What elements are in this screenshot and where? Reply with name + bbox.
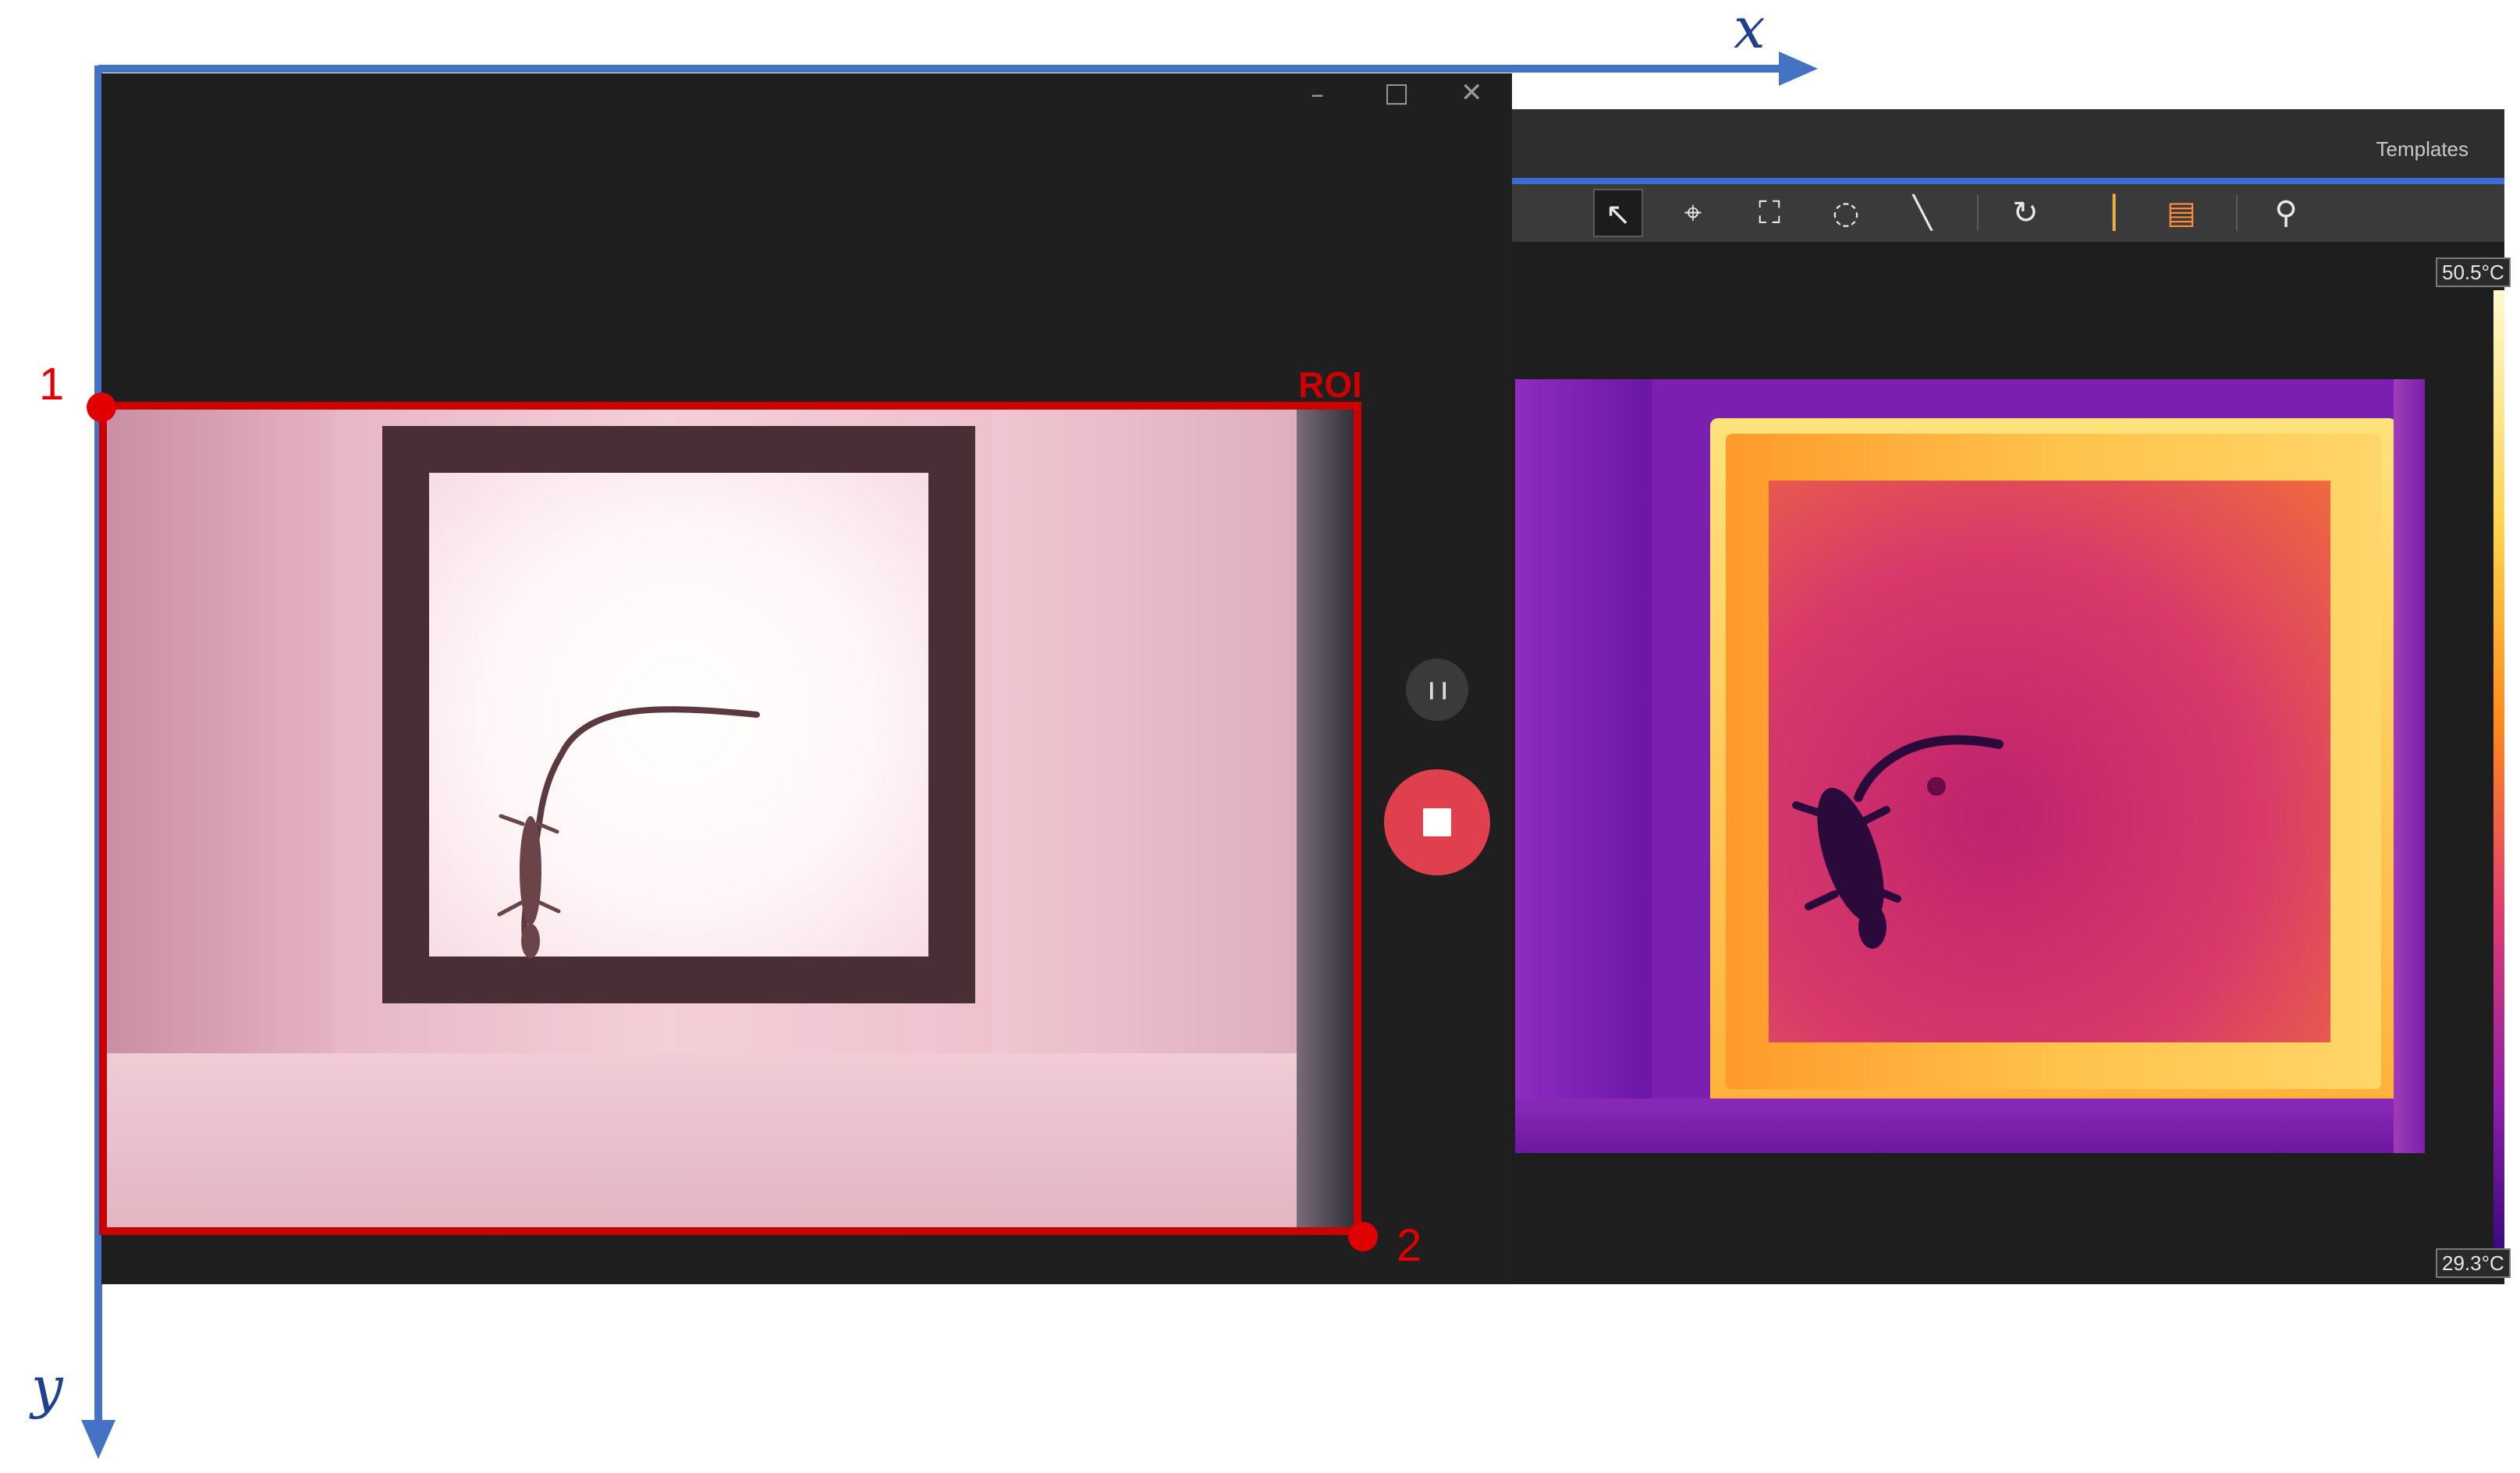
box-icon[interactable]: ⛶ — [1744, 189, 1794, 237]
pause-button[interactable]: ❙❙ — [1406, 658, 1468, 721]
temperature-scale-bar — [2493, 290, 2504, 1250]
stop-icon — [1423, 808, 1451, 836]
thermal-toolbar: ↖ ⌖ ⛶ ◌ ╲ ↻ ▕ ▤ ⚲ — [1512, 184, 2504, 242]
select-arrow-icon[interactable]: ↖ — [1593, 189, 1643, 237]
y-axis-label: y — [31, 1354, 63, 1420]
thermal-bottom-edge — [1515, 1099, 2425, 1153]
temperature-max-label: 50.5°C — [2436, 257, 2511, 287]
toolbar-separator — [1977, 195, 1979, 231]
toolbar-separator — [2236, 195, 2238, 231]
stop-button[interactable] — [1384, 769, 1490, 875]
roi-corner-end-handle[interactable] — [1348, 1222, 1378, 1251]
close-button[interactable]: ✕ — [1461, 80, 1483, 106]
thermal-lizard-silhouette — [1792, 735, 2004, 949]
thermal-left-wall — [1515, 379, 1652, 1153]
thermal-titlebar: Templates — [1512, 109, 2504, 184]
x-axis-arrow — [1779, 51, 1818, 86]
roi-corner-end-number: 2 — [1397, 1220, 1422, 1271]
thermal-right-edge — [2394, 379, 2425, 1153]
minimize-button[interactable]: – — [1311, 81, 1324, 108]
roi-corner-start-number: 1 — [39, 359, 65, 410]
roi-label: ROI — [1298, 364, 1362, 405]
y-axis-arrow — [81, 1420, 115, 1459]
rotate-icon[interactable]: ↻ — [2000, 189, 2050, 237]
line-icon[interactable]: ╲ — [1897, 189, 1947, 237]
pause-icon: ❙❙ — [1424, 680, 1452, 699]
roi-corner-start-handle[interactable] — [87, 392, 116, 422]
search-icon[interactable]: ⚲ — [2261, 189, 2311, 237]
thermal-image — [1515, 379, 2425, 1153]
temperature-min-label: 29.3°C — [2436, 1248, 2511, 1278]
roi-rectangle[interactable] — [99, 402, 1361, 1235]
maximize-button[interactable]: □ — [1384, 80, 1409, 106]
templates-tab[interactable]: Templates — [2376, 137, 2469, 161]
circle-icon[interactable]: ◌ — [1821, 189, 1871, 237]
image-icon[interactable]: ▤ — [2156, 189, 2206, 237]
spot-icon[interactable]: ⌖ — [1668, 189, 1718, 237]
palette-icon[interactable]: ▕ — [2078, 189, 2128, 237]
x-axis-label: x — [1734, 0, 1766, 61]
